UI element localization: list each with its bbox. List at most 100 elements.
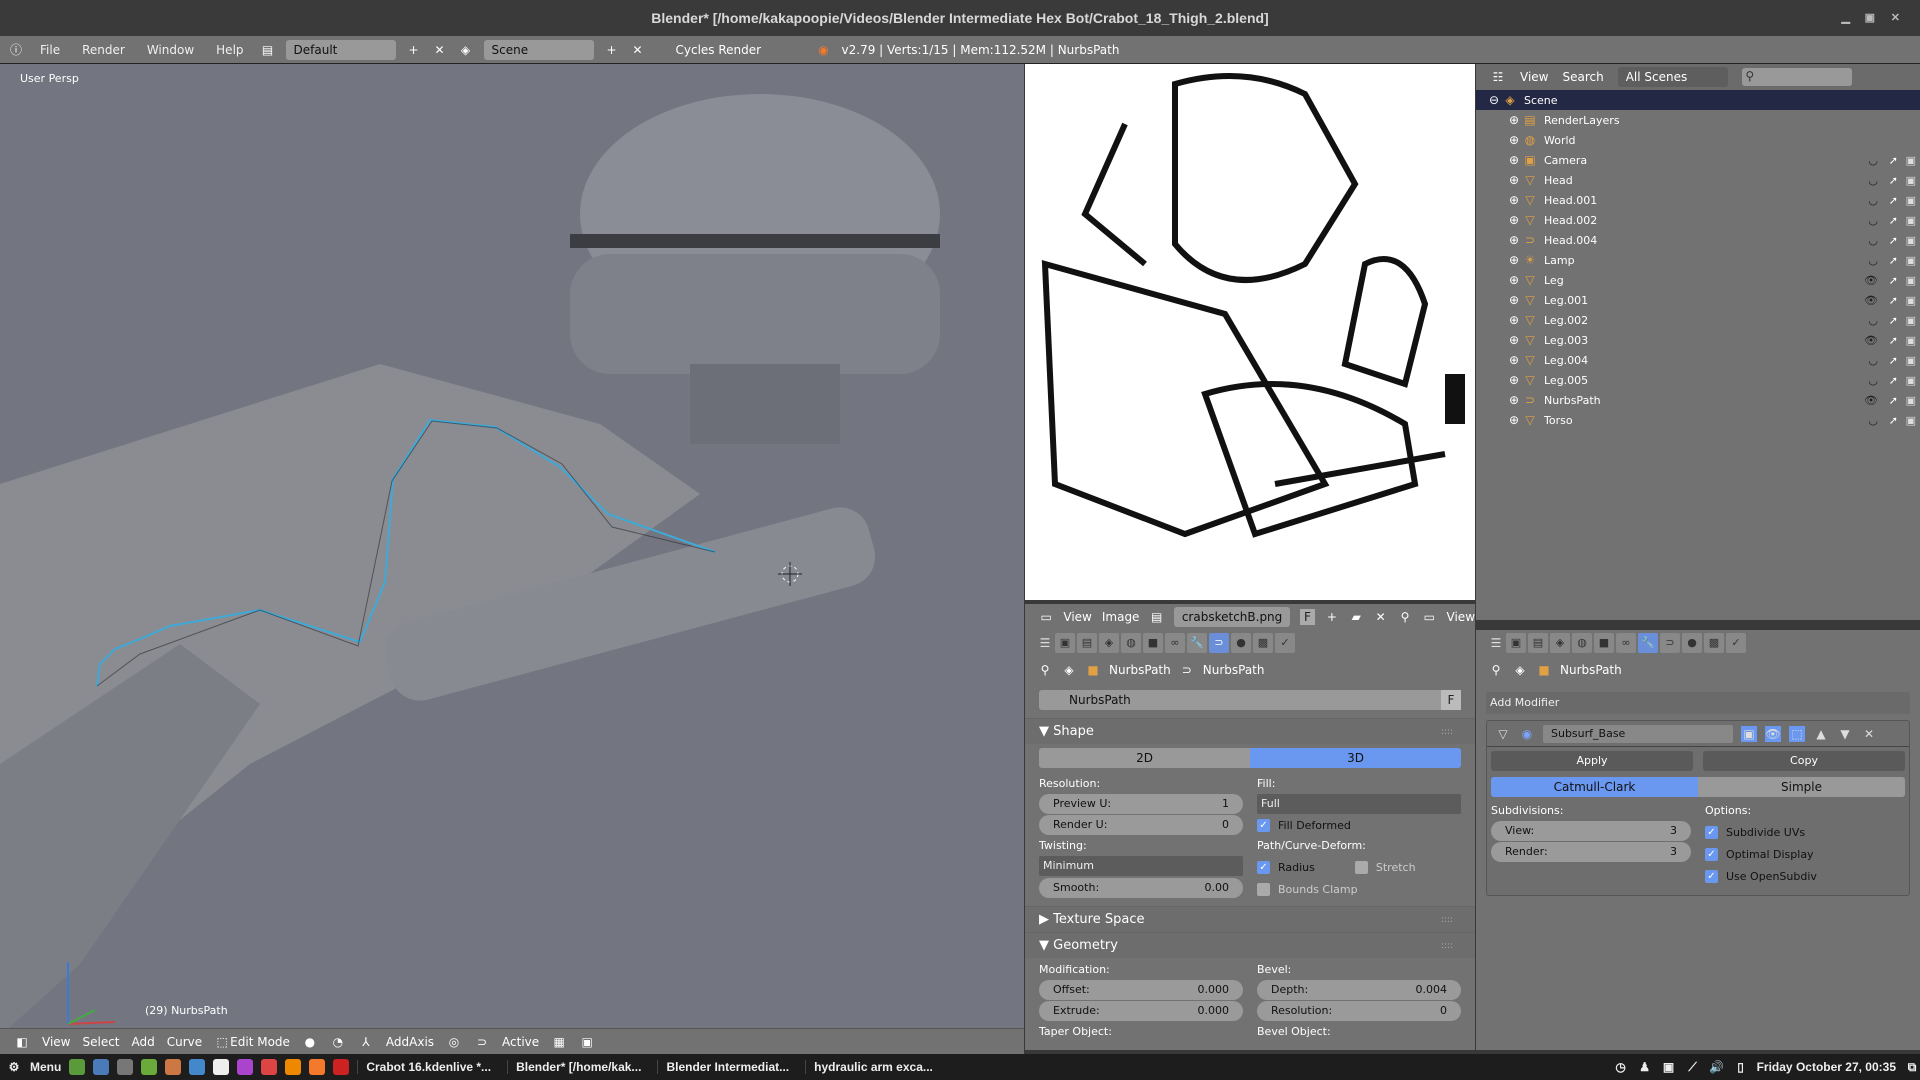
add-scene-icon[interactable]: + <box>604 42 620 58</box>
mode-select[interactable]: ⬚ Edit Mode <box>214 1034 289 1050</box>
fill-select[interactable]: Full <box>1257 794 1461 814</box>
tab-object[interactable]: ■ <box>1143 633 1163 653</box>
outliner-item-leg-003[interactable]: ⊕ ▽ Leg.003 👁 ➚ ▣ <box>1476 330 1920 350</box>
volume-icon[interactable]: 🔊 <box>1709 1059 1725 1075</box>
launcher-files-icon[interactable] <box>141 1059 158 1075</box>
tab-curve-data[interactable]: ⊃ <box>1660 633 1680 653</box>
smooth-field[interactable]: Smooth: 0.00 <box>1039 878 1243 898</box>
expand-icon[interactable]: ⊕ <box>1506 232 1522 248</box>
task-folder[interactable]: Blender Intermediat... <box>657 1060 797 1074</box>
eye-closed-icon[interactable]: ◡ <box>1868 414 1878 427</box>
move-up-icon[interactable]: ▲ <box>1813 726 1829 742</box>
fake-user-button[interactable]: F <box>1441 690 1461 710</box>
launcher-app-icon[interactable] <box>261 1059 278 1075</box>
bounds-clamp-checkbox[interactable]: Bounds Clamp <box>1257 878 1461 900</box>
expand-icon[interactable]: ⊕ <box>1506 192 1522 208</box>
render-camera-icon[interactable]: ▣ <box>1906 154 1916 167</box>
tab-curve-data[interactable]: ⊃ <box>1209 633 1229 653</box>
tab-physics[interactable]: ✓ <box>1275 633 1295 653</box>
outliner-item-nurbspath[interactable]: ⊕ ⊃ NurbsPath 👁 ➚ ▣ <box>1476 390 1920 410</box>
outliner-item-head-004[interactable]: ⊕ ⊃ Head.004 ◡ ➚ ▣ <box>1476 230 1920 250</box>
select-cursor-icon[interactable]: ➚ <box>1889 174 1898 187</box>
extrude-field[interactable]: Extrude: 0.000 <box>1039 1001 1243 1021</box>
menu-add[interactable]: Add <box>132 1035 155 1049</box>
outliner-item-leg-005[interactable]: ⊕ ▽ Leg.005 ◡ ➚ ▣ <box>1476 370 1920 390</box>
tab-scene[interactable]: ◈ <box>1099 633 1119 653</box>
show-desktop-icon[interactable]: ⧉ <box>1904 1059 1920 1075</box>
tab-render[interactable]: ▣ <box>1055 633 1075 653</box>
select-cursor-icon[interactable]: ➚ <box>1889 154 1898 167</box>
preview-u-field[interactable]: Preview U: 1 <box>1039 794 1243 814</box>
image-name-field[interactable]: crabsketchB.png <box>1173 607 1291 627</box>
task-kdenlive[interactable]: Crabot 16.kdenlive *... <box>357 1060 499 1074</box>
display-mode-select[interactable]: All Scenes <box>1617 67 1728 87</box>
panel-shape-header[interactable]: ▼ Shape:::: <box>1025 718 1475 744</box>
outliner-item-world[interactable]: ⊕ ◍ World <box>1476 130 1920 150</box>
radius-checkbox[interactable]: ✓ Radius <box>1257 856 1315 878</box>
catmull-clark-button[interactable]: Catmull-Clark <box>1491 777 1698 797</box>
panel-geometry-header[interactable]: ▼ Geometry:::: <box>1025 932 1475 958</box>
select-cursor-icon[interactable]: ➚ <box>1889 234 1898 247</box>
remove-modifier-icon[interactable]: ✕ <box>1861 726 1877 742</box>
launcher-pdf-icon[interactable] <box>333 1059 350 1075</box>
tab-render-layers[interactable]: ▤ <box>1077 633 1097 653</box>
render-toggle-icon[interactable]: ▣ <box>1741 725 1757 742</box>
expand-icon[interactable]: ⊕ <box>1506 332 1522 348</box>
launcher-blender-icon[interactable] <box>309 1059 326 1075</box>
properties-type-icon[interactable]: ☰ <box>1037 635 1053 651</box>
render-camera-icon[interactable]: ▣ <box>1906 234 1916 247</box>
orientation-select[interactable]: AddAxis <box>386 1035 434 1049</box>
eye-icon[interactable]: 👁 <box>1864 294 1878 307</box>
eye-closed-icon[interactable]: ◡ <box>1868 174 1878 187</box>
tab-render[interactable]: ▣ <box>1506 633 1526 653</box>
twisting-select[interactable]: Minimum <box>1039 856 1243 876</box>
outliner-item-renderlayers[interactable]: ⊕ ▤ RenderLayers <box>1476 110 1920 130</box>
render-icon[interactable]: ▣ <box>579 1034 595 1050</box>
snap-target-select[interactable]: Active <box>502 1035 539 1049</box>
launcher-app-icon[interactable] <box>165 1059 182 1075</box>
tab-render-layers[interactable]: ▤ <box>1528 633 1548 653</box>
editmode-toggle-icon[interactable]: ⬚ <box>1789 725 1805 742</box>
optimal-display-checkbox[interactable]: ✓ Optimal Display <box>1705 843 1905 865</box>
layout-field[interactable]: Default <box>285 39 396 60</box>
menu-help[interactable]: Help <box>210 43 249 57</box>
render-camera-icon[interactable]: ▣ <box>1906 194 1916 207</box>
use-opensubdiv-checkbox[interactable]: ✓ Use OpenSubdiv <box>1705 865 1905 887</box>
battery-icon[interactable]: ▯ <box>1733 1059 1749 1075</box>
subdivide-uvs-checkbox[interactable]: ✓ Subdivide UVs <box>1705 821 1905 843</box>
collapse-icon[interactable]: ▽ <box>1495 726 1511 742</box>
copy-button[interactable]: Copy <box>1703 751 1905 771</box>
render-engine-select[interactable]: Cycles Render <box>656 43 806 57</box>
scene-icon[interactable]: ◈ <box>458 42 474 58</box>
tab-constraints[interactable]: ∞ <box>1616 633 1636 653</box>
screen-layout-icon[interactable]: ▤ <box>260 42 276 58</box>
menu-curve[interactable]: Curve <box>167 1035 202 1049</box>
expand-icon[interactable]: ⊖ <box>1486 92 1502 108</box>
eye-closed-icon[interactable]: ◡ <box>1868 234 1878 247</box>
tab-material[interactable]: ● <box>1682 633 1702 653</box>
transform-manipulator-icon[interactable]: ⅄ <box>358 1034 374 1050</box>
add-modifier-select[interactable]: Add Modifier <box>1486 692 1910 714</box>
launcher-settings-icon[interactable] <box>117 1059 134 1075</box>
outliner-item-scene[interactable]: ⊖ ◈ Scene <box>1476 90 1920 110</box>
eye-closed-icon[interactable]: ◡ <box>1868 314 1878 327</box>
modifier-name-field[interactable]: Subsurf_Base <box>1543 724 1733 743</box>
move-down-icon[interactable]: ▼ <box>1837 726 1853 742</box>
snap-icon[interactable]: ⊃ <box>474 1034 490 1050</box>
render-camera-icon[interactable]: ▣ <box>1906 274 1916 287</box>
outliner-item-head-001[interactable]: ⊕ ▽ Head.001 ◡ ➚ ▣ <box>1476 190 1920 210</box>
stretch-checkbox[interactable]: Stretch <box>1354 856 1416 878</box>
network-icon[interactable]: ⟋ <box>1685 1059 1701 1075</box>
bevel-resolution-field[interactable]: Resolution: 0 <box>1257 1001 1461 1021</box>
pivot-icon[interactable]: ◔ <box>330 1034 346 1050</box>
select-cursor-icon[interactable]: ➚ <box>1889 214 1898 227</box>
user-icon[interactable]: ♟ <box>1637 1059 1653 1075</box>
expand-icon[interactable]: ⊕ <box>1506 112 1522 128</box>
expand-icon[interactable]: ⊕ <box>1506 152 1522 168</box>
info-editor-icon[interactable]: ⓘ <box>8 42 24 58</box>
render-camera-icon[interactable]: ▣ <box>1906 414 1916 427</box>
datablock-name-field[interactable]: NurbsPath F <box>1039 690 1461 710</box>
fill-deformed-checkbox[interactable]: ✓ Fill Deformed <box>1257 814 1461 836</box>
launcher-app-icon[interactable] <box>237 1059 254 1075</box>
minimize-button[interactable]: ▁ <box>1842 0 1850 36</box>
